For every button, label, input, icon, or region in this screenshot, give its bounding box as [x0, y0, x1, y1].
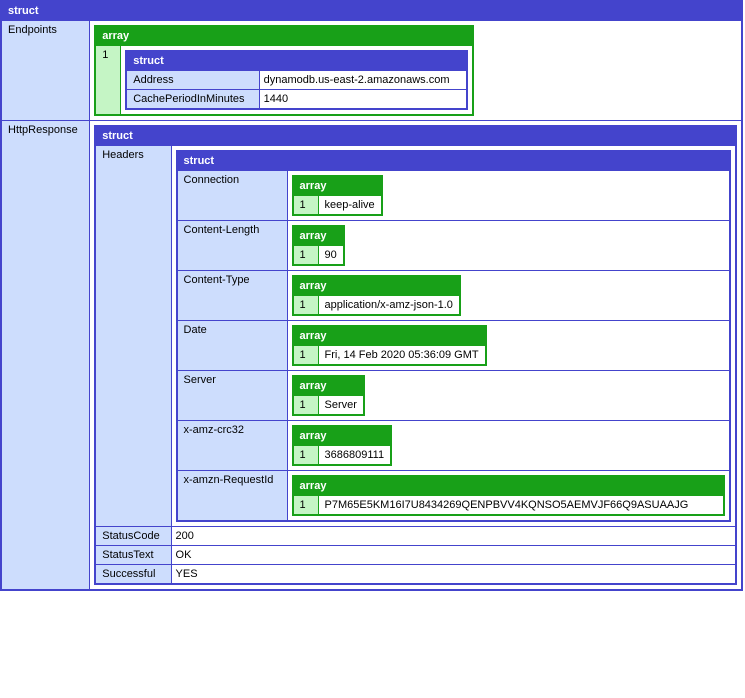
array-value: Server: [318, 396, 364, 416]
header-contenttype-val: array 1 application/x-amz-json-1.0: [287, 271, 730, 321]
root-struct: struct Endpoints array 1: [0, 0, 743, 591]
array-index: 1: [95, 46, 121, 116]
httpresponse-value: struct Headers struct: [90, 121, 742, 591]
headers-value: struct Connection array: [171, 146, 736, 527]
struct-title: struct: [126, 51, 467, 71]
endpoints-key: Endpoints: [1, 21, 90, 121]
array-title: array: [293, 326, 486, 346]
array-title: array: [293, 176, 382, 196]
statustext-key: StatusText: [95, 546, 171, 565]
header-connection-array: array 1 keep-alive: [292, 175, 383, 216]
endpoints-value: array 1 struct: [90, 21, 742, 121]
array-index: 1: [293, 396, 319, 416]
array-index: 1: [293, 446, 319, 466]
endpoints-array: array 1 struct: [94, 25, 474, 116]
array-value: 3686809111: [318, 446, 391, 466]
header-reqid-key: x-amzn-RequestId: [177, 471, 288, 522]
header-contenttype-key: Content-Type: [177, 271, 288, 321]
header-crc-key: x-amz-crc32: [177, 421, 288, 471]
array-index: 1: [293, 296, 319, 316]
httpresponse-struct: struct Headers struct: [94, 125, 737, 585]
array-index: 1: [293, 196, 319, 216]
struct-title: struct: [95, 126, 736, 146]
address-key: Address: [126, 71, 259, 90]
httpresponse-key: HttpResponse: [1, 121, 90, 591]
header-date-key: Date: [177, 321, 288, 371]
header-contentlength-val: array 1 90: [287, 221, 730, 271]
statuscode-val: 200: [171, 527, 736, 546]
header-date-array: array 1 Fri, 14 Feb 2020 05:36:09 GMT: [292, 325, 487, 366]
array-title: array: [293, 476, 724, 496]
array-value: P7M65E5KM16I7U8434269QENPBVV4KQNSO5AEMVJ…: [318, 496, 724, 516]
header-connection-val: array 1 keep-alive: [287, 171, 730, 221]
array-title: array: [293, 426, 392, 446]
statustext-val: OK: [171, 546, 736, 565]
address-val: dynamodb.us-east-2.amazonaws.com: [259, 71, 467, 90]
array-value: application/x-amz-json-1.0: [318, 296, 460, 316]
struct-title: struct: [177, 151, 730, 171]
array-index: 1: [293, 246, 319, 266]
header-contentlength-key: Content-Length: [177, 221, 288, 271]
array-title: array: [293, 226, 344, 246]
array-title: array: [95, 26, 473, 46]
header-contenttype-array: array 1 application/x-amz-json-1.0: [292, 275, 461, 316]
array-title: array: [293, 276, 460, 296]
array-index: 1: [293, 346, 319, 366]
header-crc-array: array 1 3686809111: [292, 425, 393, 466]
header-reqid-array: array 1 P7M65E5KM16I7U8434269QENPBVV4KQN…: [292, 475, 725, 516]
header-server-key: Server: [177, 371, 288, 421]
header-server-val: array 1 Server: [287, 371, 730, 421]
statuscode-key: StatusCode: [95, 527, 171, 546]
successful-val: YES: [171, 565, 736, 585]
headers-key: Headers: [95, 146, 171, 527]
cache-val: 1440: [259, 90, 467, 110]
header-connection-key: Connection: [177, 171, 288, 221]
array-index: 1: [293, 496, 319, 516]
array-value: Fri, 14 Feb 2020 05:36:09 GMT: [318, 346, 486, 366]
endpoint-struct: struct Address dynamodb.us-east-2.amazon…: [125, 50, 468, 110]
headers-struct: struct Connection array: [176, 150, 731, 522]
array-title: array: [293, 376, 364, 396]
struct-title: struct: [1, 1, 742, 21]
array-value: keep-alive: [318, 196, 382, 216]
header-contentlength-array: array 1 90: [292, 225, 345, 266]
header-reqid-val: array 1 P7M65E5KM16I7U8434269QENPBVV4KQN…: [287, 471, 730, 522]
array-value: 90: [318, 246, 344, 266]
header-server-array: array 1 Server: [292, 375, 365, 416]
cache-key: CachePeriodInMinutes: [126, 90, 259, 110]
header-date-val: array 1 Fri, 14 Feb 2020 05:36:09 GMT: [287, 321, 730, 371]
array-value: struct Address dynamodb.us-east-2.amazon…: [121, 46, 474, 116]
header-crc-val: array 1 3686809111: [287, 421, 730, 471]
successful-key: Successful: [95, 565, 171, 585]
